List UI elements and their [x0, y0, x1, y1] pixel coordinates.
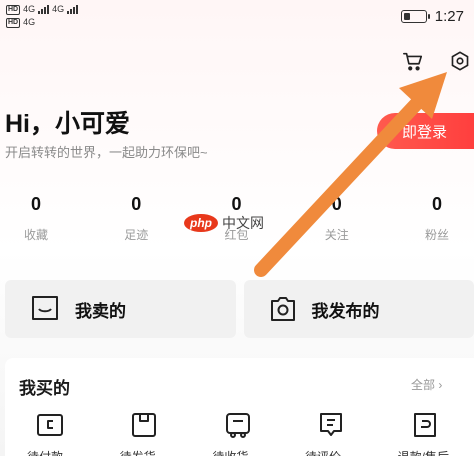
stat-followers[interactable]: 0 粉丝: [417, 194, 457, 243]
stat-value: 0: [431, 194, 442, 214]
stat-value: 0: [131, 194, 142, 214]
view-all-link[interactable]: 全部 ›: [411, 376, 442, 393]
pending-shipment-icon[interactable]: [129, 410, 159, 440]
pending-receipt-icon[interactable]: [223, 410, 253, 440]
stat-following[interactable]: 0 关注: [317, 194, 357, 243]
stat-label: 收藏: [23, 228, 48, 242]
my-published-label: 我发布的: [311, 301, 380, 321]
signal-bars-icon: [38, 5, 50, 14]
watermark: php 中文网: [184, 213, 264, 233]
signal-bars-icon: [67, 5, 79, 14]
my-sold-label: 我卖的: [75, 301, 126, 321]
refund-icon[interactable]: [410, 410, 440, 440]
stat-value: 0: [30, 194, 41, 214]
hd-badge: HD: [6, 17, 21, 28]
stat-footprints[interactable]: 0 足迹: [116, 194, 156, 243]
stat-value: 0: [331, 194, 342, 214]
pending-review-icon[interactable]: [316, 410, 346, 440]
settings-icon[interactable]: [447, 48, 473, 74]
stat-label: 粉丝: [424, 228, 449, 242]
battery-icon: [400, 10, 430, 23]
greeting-subtitle: 开启转转的世界，一起助力环保吧~: [5, 145, 208, 160]
my-sold-button[interactable]: 我卖的: [5, 280, 236, 338]
camera-icon: [270, 297, 295, 321]
pending-receipt-label: 待收货: [212, 448, 248, 456]
my-purchases-title: 我买的: [19, 379, 70, 398]
network-type-1: 4G: [23, 4, 36, 14]
stat-label: 足迹: [124, 228, 149, 242]
refund-label: 退款/售后: [398, 448, 449, 456]
status-bar: HD 4G 4G HD 4G 1:27: [0, 0, 474, 36]
watermark-logo: php: [184, 214, 218, 232]
signal-indicators: HD 4G 4G HD 4G: [6, 4, 79, 28]
greeting: Hi，小可爱: [5, 110, 131, 138]
pending-payment-label: 待付款: [27, 448, 63, 456]
stat-favorites[interactable]: 0 收藏: [16, 194, 56, 243]
my-published-button[interactable]: 我发布的: [243, 280, 474, 338]
pending-payment-icon[interactable]: [35, 410, 65, 440]
login-button[interactable]: 即登录: [377, 113, 474, 149]
network-type-1: 4G: [23, 17, 36, 27]
pending-review-label: 待评价: [305, 448, 341, 456]
sold-bag-icon: [32, 296, 58, 320]
network-type-2: 4G: [52, 4, 65, 14]
action-cards: 我卖的 我发布的: [5, 280, 474, 338]
hd-badge: HD: [6, 4, 21, 15]
clock: 1:27: [434, 8, 464, 25]
cart-icon[interactable]: [400, 48, 426, 74]
watermark-text: 中文网: [222, 215, 264, 231]
stat-label: 关注: [324, 228, 349, 242]
pending-shipment-label: 待发货: [120, 448, 156, 456]
my-purchases-section: 我买的 全部 › 待付款 待发货 待收货 待评价 退款/售后: [5, 358, 474, 456]
